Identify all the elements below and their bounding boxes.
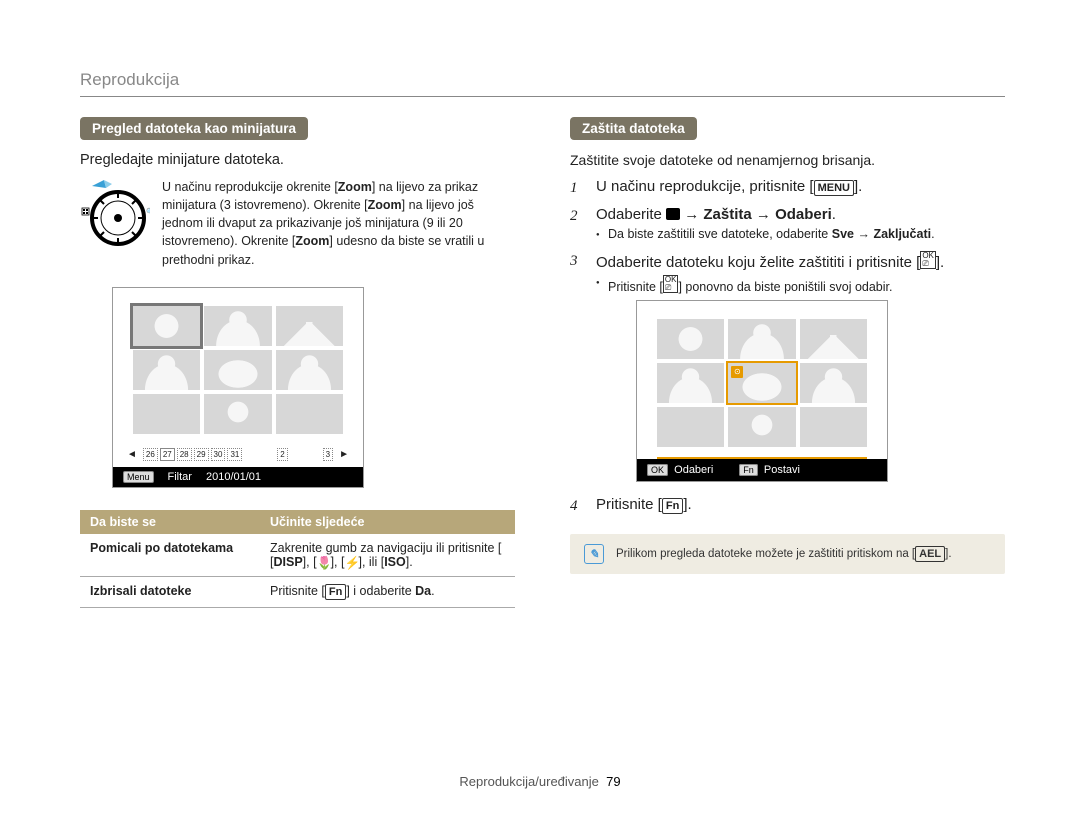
- filmstrip: ◄ 26 27 28 29 30 31 2 3 ►: [113, 444, 363, 467]
- playback-menu-icon: [666, 208, 680, 220]
- table-header-action: Da biste se: [80, 510, 260, 534]
- page-footer: Reprodukcija/uređivanje 79: [0, 774, 1080, 789]
- thumbnail-grid-figure: ◄ 26 27 28 29 30 31 2 3 ► Menu Filtar 20: [112, 287, 364, 488]
- menu-label: Menu: [123, 471, 154, 483]
- thumbnail-cell: [276, 306, 343, 346]
- step-4: Pritisnite [Fn].: [570, 496, 1005, 514]
- lock-icon: ⊙: [731, 366, 743, 378]
- zoom-description: U načinu reprodukcije okrenite [Zoom] na…: [162, 178, 515, 269]
- step-3-sub: Pritisnite [OK⎚] ponovno da biste poništ…: [596, 275, 1005, 294]
- thumbnail-cell: [276, 350, 343, 390]
- info-icon: ✎: [584, 544, 604, 564]
- thumbnail-cell: [800, 319, 867, 359]
- step-1: U načinu reprodukcije, pritisnite [MENU]…: [570, 178, 1005, 196]
- table-row-key: Izbrisali datoteke: [80, 576, 260, 607]
- thumbnail-cell: [204, 306, 271, 346]
- thumbnail-cell: [657, 319, 724, 359]
- thumbnail-cell: [657, 363, 724, 403]
- table-row-key: Pomicali po datotekama: [80, 534, 260, 577]
- ok-label: OK: [647, 464, 668, 476]
- thumbnail-cell: [133, 394, 200, 434]
- ok-icon: OK⎚: [663, 275, 679, 293]
- step-2-sub: Da biste zaštitili sve datoteke, odaberi…: [596, 227, 1005, 241]
- thumbnail-cell: [276, 394, 343, 434]
- flash-icon: ⚡: [344, 556, 358, 568]
- protect-grid-figure: ⊙ OK Odaberi Fn Postavi: [636, 300, 888, 482]
- thumbnail-cell: [728, 319, 795, 359]
- thumbnail-cell: [133, 350, 200, 390]
- divider: [80, 96, 1005, 97]
- svg-text:🔍: 🔍: [146, 207, 150, 216]
- thumbnail-cell: [657, 407, 724, 447]
- page-section-title: Reprodukcija: [80, 70, 1005, 90]
- step-3: Odaberite datoteku koju želite zaštititi…: [570, 251, 1005, 482]
- thumbnail-cell: [800, 407, 867, 447]
- step-2: Odaberite → Zaštita → Odaberi. Da biste …: [570, 206, 1005, 241]
- thumbnail-cell: [728, 407, 795, 447]
- heading-thumbnails: Pregled datoteka kao minijatura: [80, 117, 308, 140]
- note-box: ✎ Prilikom pregleda datoteke možete je z…: [570, 534, 1005, 574]
- actions-table: Da biste se Učinite sljedeće Pomicali po…: [80, 510, 515, 608]
- thumbnail-cell: [133, 306, 200, 346]
- thumbnail-cell: [800, 363, 867, 403]
- zoom-dial-illustration: 🔍: [80, 178, 150, 261]
- ok-icon: OK⎚: [920, 251, 936, 269]
- table-header-do: Učinite sljedeće: [260, 510, 515, 534]
- lead-thumbnails: Pregledajte minijature datoteka.: [80, 152, 515, 168]
- date-label: 2010/01/01: [206, 471, 261, 483]
- thumbnail-cell: [204, 350, 271, 390]
- thumbnail-cell: [204, 394, 271, 434]
- heading-protect: Zaštita datoteka: [570, 117, 697, 140]
- macro-icon: 🌷: [317, 556, 331, 568]
- filter-label: Filtar: [168, 471, 192, 483]
- thumbnail-cell-selected: ⊙: [728, 363, 795, 403]
- table-row-value: Pritisnite [Fn] i odaberite Da.: [260, 576, 515, 607]
- table-row-value: Zakrenite gumb za navigaciju ili pritisn…: [260, 534, 515, 577]
- lead-protect: Zaštitite svoje datoteke od nenamjernog …: [570, 152, 1005, 168]
- fn-label: Fn: [739, 464, 758, 476]
